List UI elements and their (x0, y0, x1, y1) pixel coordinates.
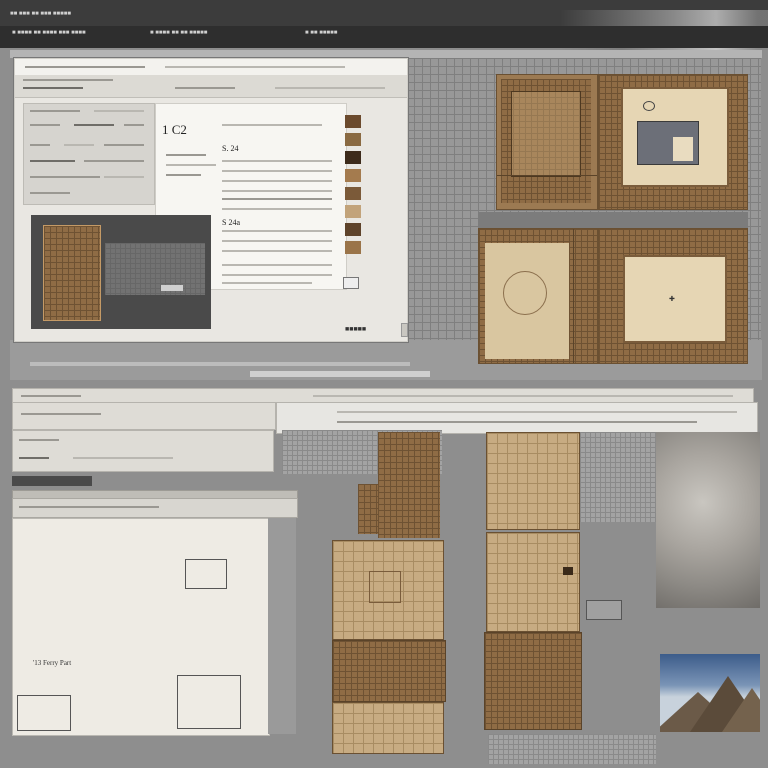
thumbnail[interactable] (345, 187, 361, 200)
properties-strip (12, 430, 274, 472)
preview-label (161, 285, 183, 291)
plan-annex (358, 484, 378, 534)
map-sidebar (268, 518, 296, 734)
doc-footer: ■■■■■ (345, 325, 367, 333)
floor-plan-d[interactable]: ✚ (598, 228, 748, 364)
floor-plan-i[interactable] (486, 532, 580, 632)
menu-mid[interactable]: ■ ■■■■ ■■ ■■ ■■■■■ (150, 30, 207, 36)
floor-plan-e[interactable] (332, 540, 444, 640)
thumbnail[interactable] (345, 151, 361, 164)
map-sketch (177, 675, 241, 729)
section-heading: S. 24 (222, 144, 239, 153)
doc-ribbon (15, 75, 407, 98)
settings-panel (23, 103, 155, 205)
thumbnail[interactable] (345, 169, 361, 182)
floor-plan-c[interactable] (478, 228, 598, 364)
close-icon[interactable] (343, 277, 359, 289)
floor-plan-h[interactable] (486, 432, 580, 530)
mountain-photo[interactable] (660, 654, 760, 732)
status-line (250, 371, 430, 377)
page-title: 1 C2 (162, 122, 187, 137)
menu-right[interactable]: ■ ■■ ■■■■■ (305, 30, 337, 36)
floor-plan-g[interactable] (332, 702, 444, 754)
scroll-handle-icon[interactable] (401, 323, 408, 337)
stone-texture[interactable] (656, 432, 760, 608)
map-sketch (17, 695, 71, 731)
doc-toolbar (15, 59, 407, 76)
grid-panel-bottom (488, 734, 656, 764)
thumbnail[interactable] (345, 241, 361, 254)
divider-line (30, 362, 410, 366)
plans-divider (478, 212, 748, 228)
section-subheading: S 24a (222, 218, 240, 227)
stair-plan[interactable] (378, 432, 440, 538)
title-text: ■■ ■■■ ■■ ■■■ ■■■■■ (10, 11, 72, 17)
floor-plan-f[interactable] (332, 640, 446, 702)
legend-box (586, 600, 622, 620)
preview-pane[interactable] (31, 215, 211, 329)
thumbnail[interactable] (345, 133, 361, 146)
ruler-top (10, 50, 762, 58)
menu-left[interactable]: ■ ■■■■ ■■ ■■■■ ■■■ ■■■■ (12, 30, 86, 36)
floor-plan-b[interactable] (598, 74, 748, 210)
thumbnail[interactable] (345, 115, 361, 128)
site-map[interactable]: '13 Ferry Part (12, 518, 270, 736)
map-caption: '13 Ferry Part (33, 659, 72, 667)
thumbnail[interactable] (345, 205, 361, 218)
menu-bar: ■ ■■■■ ■■ ■■■■ ■■■ ■■■■ ■ ■■■■ ■■ ■■ ■■■… (0, 26, 768, 48)
document-window[interactable]: 1 C2 S. 24 S 24a ■■■■■ (14, 58, 408, 342)
thumbnail-strip (345, 115, 363, 265)
plan-mark: ✚ (669, 295, 675, 303)
grid-panel-right (580, 432, 658, 522)
map-toolbar (12, 498, 298, 518)
floor-plan-a[interactable] (496, 74, 598, 210)
floor-plan-j[interactable] (484, 632, 582, 730)
thumbnail[interactable] (345, 223, 361, 236)
preview-plan (43, 225, 101, 321)
info-strip (12, 402, 276, 430)
preview-grid (105, 243, 205, 295)
map-sketch (185, 559, 227, 589)
tab-active[interactable] (12, 476, 92, 486)
